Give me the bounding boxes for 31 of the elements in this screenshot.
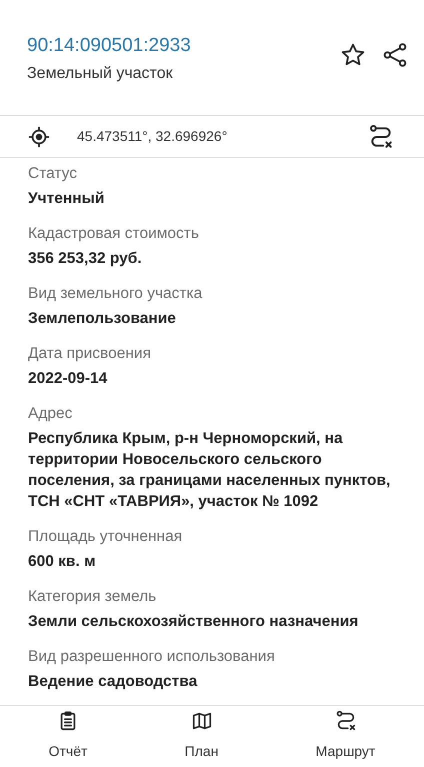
field-label: Дата присвоения: [28, 344, 152, 364]
object-type: Земельный участок: [27, 64, 174, 84]
field-label: Адрес: [28, 404, 74, 424]
field-value: Земли сельскохозяйственного назначения: [28, 612, 360, 632]
map-icon: [190, 710, 213, 732]
field-value: 356 253,32 руб.: [28, 249, 143, 269]
field-value: Республика Крым, р-н Черноморский, на территории Новосельского сельского поселения, за границами населенных пунктов, ТСН «СНТ «ТАВРИЯ», участок № 1092: [28, 429, 392, 512]
field-value: 600 кв. м: [28, 552, 97, 572]
star-icon: [340, 42, 366, 68]
location-target-icon: [28, 126, 50, 148]
field-value: 2022-09-14: [28, 369, 108, 389]
field-value: Ведение садоводства: [28, 672, 198, 692]
route-icon: [368, 124, 394, 150]
field-value: Учтенный: [28, 189, 106, 209]
nav-tab[interactable]: Отчёт: [48, 706, 88, 760]
field-label: Вид земельного участка: [28, 284, 204, 304]
route-icon: [334, 710, 356, 732]
route-button[interactable]: [368, 124, 394, 150]
field-label: Категория земель: [28, 587, 158, 607]
field-label: Площадь уточненная: [28, 527, 184, 547]
share-button[interactable]: [382, 42, 408, 68]
cadastral-number: 90:14:090501:2933: [27, 34, 192, 58]
field-label: Кадастровая стоимость: [28, 224, 200, 244]
favorite-button[interactable]: [340, 42, 366, 68]
share-icon: [382, 42, 408, 68]
field-label: Вид разрешенного использования: [28, 647, 276, 667]
nav-tab[interactable]: План: [184, 706, 218, 760]
coordinates-text: 45.473511°, 32.696926°: [77, 127, 228, 146]
field-value: Землепользование: [28, 309, 177, 329]
nav-tab[interactable]: Маршрут: [316, 706, 376, 760]
field-label: Статус: [28, 164, 78, 184]
